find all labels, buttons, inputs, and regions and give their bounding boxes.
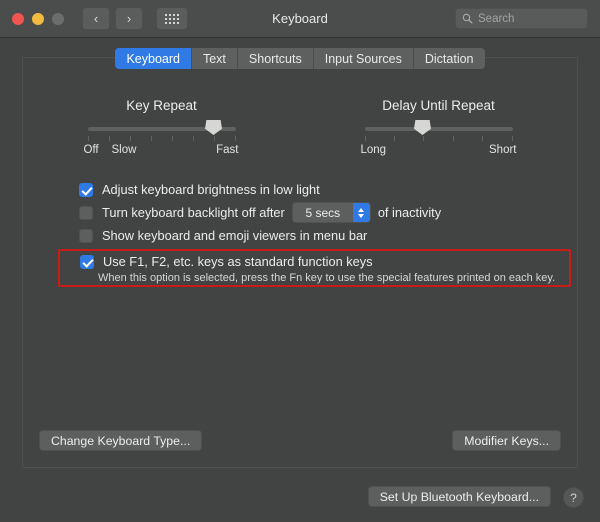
key-repeat-labels: Off Slow Fast (84, 144, 239, 158)
chevron-left-icon: ‹ (93, 11, 99, 26)
highlight-annotation: Use F1, F2, etc. keys as standard functi… (58, 249, 571, 287)
search-field[interactable]: Search (455, 8, 588, 29)
search-icon (462, 13, 473, 24)
key-repeat-min-label: Off (83, 144, 99, 156)
modifier-keys-button[interactable]: Modifier Keys... (452, 430, 561, 451)
search-placeholder: Search (478, 12, 515, 25)
delay-until-repeat-labels: Long Short (361, 144, 517, 158)
option-adjust-brightness-label: Adjust keyboard brightness in low light (102, 182, 320, 197)
tab-bar-container: Keyboard Text Shortcuts Input Sources Di… (23, 48, 577, 69)
key-repeat-slider[interactable]: Off Slow Fast (84, 120, 239, 158)
key-repeat-block: Key Repeat Off Slow Fast (23, 98, 300, 158)
key-repeat-track[interactable] (87, 120, 236, 141)
checkbox-backlight-off[interactable] (79, 205, 93, 220)
modifier-keys-label: Modifier Keys... (464, 433, 549, 448)
key-repeat-ticks (87, 136, 236, 142)
minimize-button-icon[interactable] (32, 12, 44, 25)
option-function-keys-label: Use F1, F2, etc. keys as standard functi… (103, 254, 373, 269)
checkbox-adjust-brightness[interactable] (79, 182, 93, 197)
key-repeat-thumb[interactable] (205, 120, 222, 135)
tab-bar: Keyboard Text Shortcuts Input Sources Di… (115, 48, 485, 69)
slider-section: Key Repeat Off Slow Fast Delay Until Rep… (23, 98, 577, 158)
option-show-viewers[interactable]: Show keyboard and emoji viewers in menu … (79, 224, 441, 247)
set-up-bluetooth-keyboard-label: Set Up Bluetooth Keyboard... (379, 489, 539, 504)
option-backlight-off-suffix: of inactivity (377, 205, 442, 220)
tab-shortcuts[interactable]: Shortcuts (237, 48, 314, 69)
tab-shortcuts-label: Shortcuts (248, 51, 302, 66)
traffic-lights (12, 12, 64, 25)
option-show-viewers-label: Show keyboard and emoji viewers in menu … (102, 228, 368, 243)
tab-input-sources-label: Input Sources (324, 51, 402, 66)
option-backlight-off-label: Turn keyboard backlight off after (102, 205, 285, 220)
backlight-delay-value: 5 secs (305, 205, 341, 220)
key-repeat-second-label: Slow (111, 144, 137, 156)
delay-until-repeat-thumb[interactable] (414, 120, 431, 135)
chevron-right-icon: › (126, 11, 132, 26)
option-function-keys[interactable]: Use F1, F2, etc. keys as standard functi… (80, 254, 373, 269)
option-adjust-brightness[interactable]: Adjust keyboard brightness in low light (79, 178, 441, 201)
grid-icon (165, 13, 179, 24)
delay-until-repeat-slider[interactable]: Long Short (361, 120, 517, 158)
key-repeat-max-label: Fast (216, 144, 239, 156)
window-titlebar: ‹ › Keyboard Search (0, 0, 600, 38)
change-keyboard-type-label: Change Keyboard Type... (51, 433, 191, 448)
zoom-button-icon (52, 12, 64, 25)
back-button[interactable]: ‹ (82, 7, 110, 30)
navigation-buttons: ‹ › (82, 7, 143, 30)
close-button-icon[interactable] (12, 12, 24, 25)
tab-text-label: Text (202, 51, 226, 66)
delay-until-repeat-block: Delay Until Repeat Long Short (300, 98, 577, 158)
set-up-bluetooth-keyboard-button[interactable]: Set Up Bluetooth Keyboard... (367, 486, 551, 507)
tab-keyboard-label: Keyboard (126, 51, 180, 66)
tab-keyboard[interactable]: Keyboard (115, 48, 192, 69)
show-all-preferences-button[interactable] (156, 7, 188, 30)
delay-min-label: Long (360, 144, 387, 156)
delay-until-repeat-title: Delay Until Repeat (382, 98, 495, 113)
delay-until-repeat-track[interactable] (364, 120, 513, 141)
keyboard-preferences-window: ‹ › Keyboard Search Keyboard Text Shortc… (0, 0, 600, 522)
option-function-keys-description: When this option is selected, press the … (98, 272, 556, 284)
tab-dictation-label: Dictation (424, 51, 474, 66)
tab-dictation[interactable]: Dictation (413, 48, 485, 69)
key-repeat-title: Key Repeat (126, 98, 197, 113)
forward-button[interactable]: › (115, 7, 143, 30)
delay-until-repeat-ticks (364, 136, 513, 142)
backlight-delay-stepper[interactable]: 5 secs (291, 202, 371, 223)
checkbox-show-viewers[interactable] (79, 228, 93, 243)
change-keyboard-type-button[interactable]: Change Keyboard Type... (39, 430, 203, 451)
stepper-arrows-icon[interactable] (352, 203, 370, 222)
option-backlight-off[interactable]: Turn keyboard backlight off after 5 secs… (79, 201, 441, 224)
help-button[interactable]: ? (563, 487, 584, 508)
delay-max-label: Short (489, 144, 517, 156)
tab-text[interactable]: Text (191, 48, 238, 69)
options-list: Adjust keyboard brightness in low light … (79, 178, 441, 247)
checkbox-function-keys[interactable] (80, 254, 94, 269)
tab-input-sources[interactable]: Input Sources (313, 48, 414, 69)
question-mark-icon: ? (570, 490, 577, 505)
